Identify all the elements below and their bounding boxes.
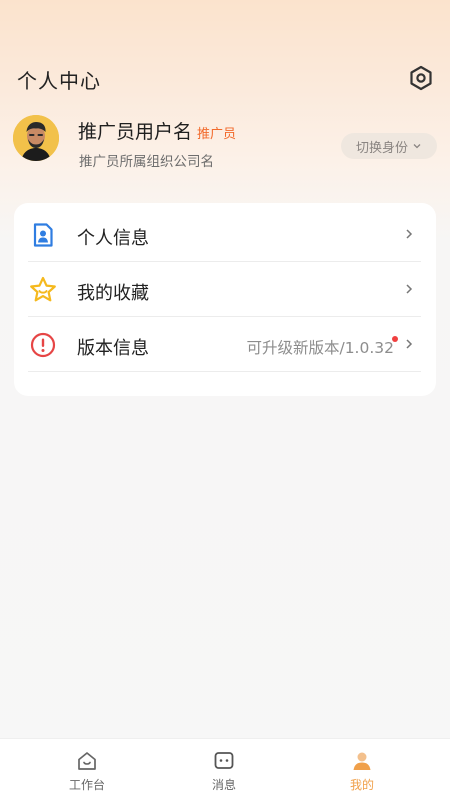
switch-identity-label: 切换身份 — [355, 140, 408, 156]
chevron-right-icon — [406, 284, 413, 294]
update-notification-dot — [392, 336, 398, 342]
tab-label: 工作台 — [68, 778, 105, 792]
menu-item-my-favorites[interactable]: 我的收藏 — [14, 262, 436, 317]
id-card-icon — [28, 220, 58, 250]
role-tag: 推广员 — [197, 127, 237, 142]
menu-item-label: 个人信息 — [77, 228, 149, 249]
settings-button[interactable] — [405, 62, 437, 94]
avatar-image — [13, 115, 59, 161]
chevron-right-icon — [406, 339, 413, 349]
menu-item-label: 版本信息 — [77, 338, 149, 359]
info-circle-icon — [28, 330, 58, 360]
tab-messages[interactable]: 消息 — [149, 739, 299, 801]
header: 个人中心 — [0, 58, 450, 102]
menu-item-personal-info[interactable]: 个人信息 — [14, 207, 436, 262]
user-name: 推广员用户名 — [78, 121, 193, 143]
divider — [28, 371, 421, 372]
tab-label: 我的 — [349, 778, 374, 792]
tab-mine[interactable]: 我的 — [287, 739, 437, 801]
star-icon — [28, 275, 58, 305]
message-icon — [214, 752, 234, 769]
version-value: 可升级新版本/1.0.32 — [246, 339, 394, 357]
tab-workbench[interactable]: 工作台 — [12, 739, 162, 801]
menu-card: 个人信息 我的收藏 版本信息 可升级新版本/1.0.32 — [14, 203, 436, 396]
profile-section: 推广员用户名 推广员 推广员所属组织公司名 切换身份 — [0, 112, 450, 172]
avatar[interactable] — [13, 115, 59, 161]
menu-item-label: 我的收藏 — [77, 283, 149, 304]
bottom-tab-bar: 工作台 消息 我的 — [0, 738, 450, 801]
settings-hexagon-icon — [410, 65, 432, 91]
page-title: 个人中心 — [17, 69, 101, 93]
tab-label: 消息 — [211, 778, 236, 792]
profile-icon — [353, 752, 371, 770]
menu-item-version-info[interactable]: 版本信息 可升级新版本/1.0.32 — [14, 317, 436, 372]
org-name: 推广员所属组织公司名 — [79, 154, 214, 170]
switch-identity-button[interactable]: 切换身份 — [341, 133, 437, 159]
chevron-right-icon — [406, 229, 413, 239]
home-icon — [78, 752, 96, 770]
chevron-down-icon — [413, 144, 421, 149]
